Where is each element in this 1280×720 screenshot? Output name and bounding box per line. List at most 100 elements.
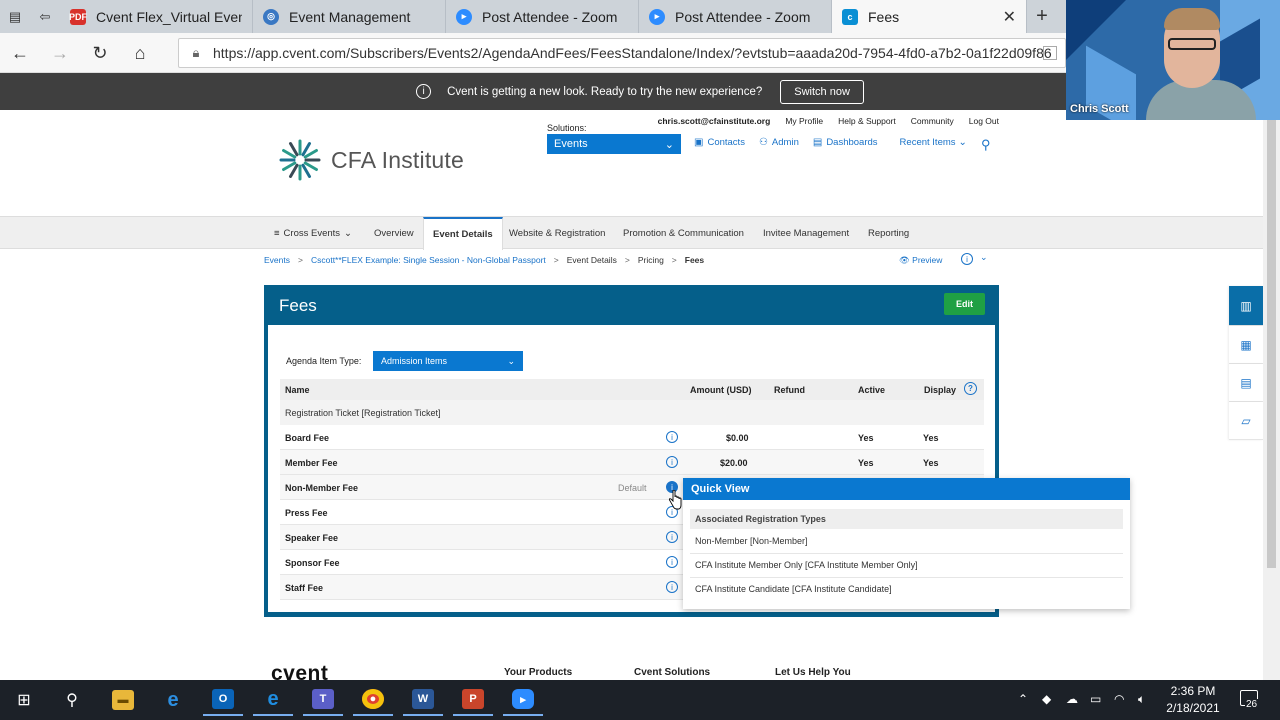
scroll-thumb[interactable] (1267, 118, 1276, 568)
admin-icon: ⚇ (758, 137, 768, 148)
recent-items-dropdown[interactable]: Recent Items ⌄ (900, 137, 971, 148)
home-icon[interactable]: ⌂ (126, 39, 154, 67)
dashboards-icon: ▤ (812, 137, 823, 148)
browser-tab-3[interactable]: ▸ Post Attendee - Zoom (446, 0, 639, 33)
top-links: chris.scott@cfainstitute.org My Profile … (643, 116, 999, 126)
browser-tab-2[interactable]: ◎ Event Management (253, 0, 446, 33)
info-icon[interactable]: i (961, 253, 973, 265)
admin-link[interactable]: ⚇ Admin (759, 137, 799, 148)
agenda-item-type-select[interactable]: Admission Items ⌄ (373, 351, 523, 371)
browser-tab-1[interactable]: PDF Cvent Flex_Virtual Event G (60, 0, 253, 33)
battery-icon[interactable]: ▭ (1090, 692, 1101, 706)
word-icon[interactable]: W (403, 684, 443, 716)
breadcrumb-pricing[interactable]: Pricing (638, 255, 664, 265)
info-icon[interactable]: i (666, 556, 678, 568)
info-icon[interactable]: i (666, 431, 678, 443)
volume-icon[interactable]: 🔈︎ (1138, 692, 1145, 707)
breadcrumb-event[interactable]: Cscott**FLEX Example: Single Session - N… (311, 255, 546, 265)
nav-cross-events[interactable]: ≡ Cross Events ⌄ (274, 217, 352, 249)
quick-links: ▣ Contacts ⚇ Admin ▤ Dashboards Recent Item… (694, 137, 985, 148)
vertical-scrollbar[interactable] (1263, 110, 1280, 680)
reading-view-icon[interactable] (1043, 46, 1057, 60)
solutions-value: Events (554, 138, 588, 150)
help-support-link[interactable]: Help & Support (838, 116, 896, 126)
tab-back-icon[interactable]: ⇦ (30, 0, 60, 33)
search-icon[interactable]: ⚲ (52, 684, 92, 716)
user-email[interactable]: chris.scott@cfainstitute.org (658, 116, 771, 126)
contacts-link[interactable]: ▣ Contacts (694, 137, 745, 148)
dashboards-link[interactable]: ▤ Dashboards (813, 137, 878, 148)
zoom-icon: ▸ (649, 8, 665, 25)
teams-icon[interactable]: T (303, 684, 343, 716)
tab-label: Cvent Flex_Virtual Event G (96, 8, 242, 25)
preview-link[interactable]: 👁︎ Preview (899, 255, 942, 266)
solutions-select[interactable]: Events ⌄ (547, 134, 681, 154)
url-text: https://app.cvent.com/Subscribers/Events… (213, 45, 1052, 61)
nav-event-details[interactable]: Event Details (423, 217, 503, 250)
table-row[interactable]: Board Fee i $0.00 Yes Yes (280, 425, 984, 450)
nav-reporting[interactable]: Reporting (868, 217, 909, 249)
notification-count: 26 (1245, 699, 1259, 710)
dropbox-icon[interactable]: ◆ (1042, 692, 1051, 706)
nav-promotion-communication[interactable]: Promotion & Communication (623, 217, 744, 249)
divider (690, 553, 1123, 554)
breadcrumb-events[interactable]: Events (264, 255, 290, 265)
edit-button[interactable]: Edit (944, 293, 985, 315)
calendar-icon[interactable]: ▦ (1229, 326, 1263, 364)
breadcrumb: Events > Cscott**FLEX Example: Single Se… (264, 255, 704, 265)
chevron-down-icon: ⌄ (507, 355, 515, 366)
search-icon[interactable]: ⚲ (981, 137, 991, 153)
cvent-icon: c (842, 8, 858, 25)
chat-icon[interactable]: ▱ (1229, 402, 1263, 440)
zoom-icon[interactable]: ▸ (503, 684, 543, 716)
tab-actions-icon[interactable]: ▤ (0, 0, 30, 33)
footer-your-products: Your Products (504, 667, 573, 678)
breadcrumb-separator: > (553, 255, 559, 265)
info-icon[interactable]: i (666, 456, 678, 468)
nav-overview[interactable]: Overview (374, 217, 414, 249)
forward-icon[interactable]: → (46, 39, 74, 67)
powerpoint-icon[interactable]: P (453, 684, 493, 716)
my-profile-link[interactable]: My Profile (785, 116, 823, 126)
outlook-icon[interactable]: O (203, 684, 243, 716)
layout-icon[interactable]: ▤ (1229, 364, 1263, 402)
globe-icon: ◎ (263, 8, 279, 25)
breadcrumb-event-details[interactable]: Event Details (567, 255, 617, 265)
edge-icon[interactable]: e (253, 684, 293, 716)
browser-tab-4[interactable]: ▸ Post Attendee - Zoom (639, 0, 832, 33)
browser-tab-active[interactable]: c Fees ✕ (832, 0, 1027, 33)
nav-website-registration[interactable]: Website & Registration (509, 217, 605, 249)
eye-icon: 👁︎ (899, 255, 913, 265)
nav-invitee-management[interactable]: Invitee Management (763, 217, 849, 249)
system-clock[interactable]: 2:36 PM 2/18/2021 (1158, 683, 1228, 717)
table-row[interactable]: Member Fee i $20.00 Yes Yes (280, 450, 984, 475)
refresh-icon[interactable]: ↻ (86, 39, 114, 67)
cfa-starburst-icon (279, 139, 321, 181)
info-icon[interactable]: i (666, 581, 678, 593)
clipboard-icon[interactable]: ▥ (1229, 286, 1263, 326)
switch-now-button[interactable]: Switch now (780, 79, 864, 104)
windows-start-icon[interactable]: ⊞ (4, 684, 44, 716)
internet-explorer-icon[interactable]: e (153, 684, 193, 716)
log-out-link[interactable]: Log Out (969, 116, 999, 126)
cfa-logo[interactable]: CFA Institute (279, 139, 464, 181)
chrome-icon[interactable]: ● (353, 684, 393, 716)
col-name: Name (285, 385, 310, 395)
info-icon[interactable]: i (666, 531, 678, 543)
footer-help: Let Us Help You (775, 667, 851, 678)
url-field[interactable]: 🔒︎ https://app.cvent.com/Subscribers/Eve… (178, 38, 1066, 68)
close-tab-icon[interactable]: ✕ (1003, 7, 1016, 27)
col-display: Display (924, 385, 957, 395)
back-icon[interactable]: ← (6, 39, 34, 67)
chevron-down-icon[interactable]: ⌄ (980, 252, 988, 263)
show-hidden-icons[interactable]: ⌃ (1018, 692, 1028, 706)
logo-text: CFA Institute (331, 146, 464, 173)
new-tab-icon[interactable]: + (1027, 0, 1057, 33)
help-icon[interactable]: ? (964, 382, 977, 395)
community-link[interactable]: Community (911, 116, 954, 126)
col-amount: Amount (USD) (690, 385, 752, 395)
nav-label: Overview (374, 227, 414, 239)
file-explorer-icon[interactable]: ▬ (103, 684, 143, 716)
wifi-icon[interactable]: ◠ (1114, 692, 1124, 706)
onedrive-icon[interactable]: ☁ (1066, 692, 1078, 706)
